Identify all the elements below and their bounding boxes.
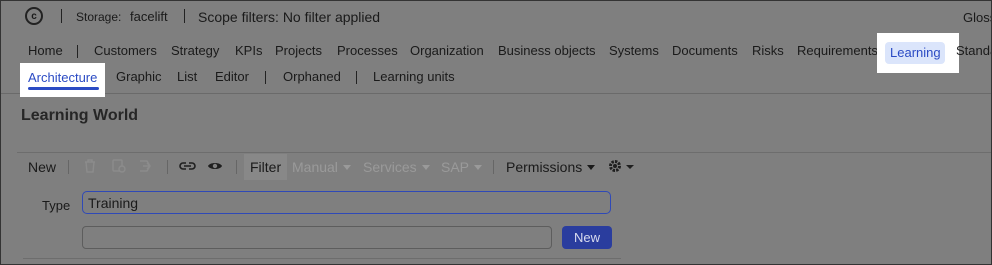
nav-item-kpis[interactable]: KPIs — [235, 43, 262, 58]
filter-button[interactable]: Filter — [250, 159, 281, 175]
trash-icon[interactable] — [83, 158, 97, 177]
nav-item-risks[interactable]: Risks — [752, 43, 784, 58]
nav-item-processes[interactable]: Processes — [337, 43, 398, 58]
separator — [61, 9, 62, 23]
permissions-dropdown[interactable]: Permissions — [506, 159, 595, 175]
logo-icon[interactable]: c — [25, 7, 43, 25]
subnav-item-list[interactable]: List — [177, 69, 197, 84]
top-bar: c Storage: facelift Scope filters: No fi… — [1, 1, 991, 35]
separator — [493, 160, 494, 174]
link-icon[interactable] — [179, 158, 196, 177]
separator — [184, 9, 185, 23]
nav-item-learning-label: Learning — [890, 45, 941, 60]
active-underline — [28, 87, 99, 90]
nav-item-customers[interactable]: Customers — [94, 43, 157, 58]
services-dropdown[interactable]: Services — [363, 159, 430, 175]
nav-item-standards[interactable]: Standa — [956, 43, 991, 58]
app-window: c Storage: facelift Scope filters: No fi… — [0, 0, 992, 265]
storage-value[interactable]: facelift — [130, 9, 168, 24]
scope-filters[interactable]: Scope filters: No filter applied — [198, 9, 380, 25]
nav-item-requirements[interactable]: Requirements — [797, 43, 878, 58]
subnav-item-orphaned[interactable]: Orphaned — [283, 69, 341, 84]
nav-item-learning[interactable]: Learning — [877, 33, 959, 73]
page-title: Learning World — [21, 107, 139, 124]
create-new-button[interactable]: New — [562, 226, 612, 249]
separator — [68, 160, 69, 174]
eye-icon[interactable] — [207, 159, 223, 176]
manual-dropdown[interactable]: Manual — [292, 159, 351, 175]
subnav-item-graphic[interactable]: Graphic — [116, 69, 162, 84]
nav-item-home[interactable]: Home — [28, 43, 63, 58]
subnav-item-learning-units[interactable]: Learning units — [373, 69, 455, 84]
nav-item-systems[interactable]: Systems — [609, 43, 659, 58]
name-input[interactable] — [82, 226, 552, 249]
nav-item-documents[interactable]: Documents — [672, 43, 738, 58]
subnav-item-architecture-label: Architecture — [28, 70, 98, 85]
subnav-item-editor[interactable]: Editor — [215, 69, 249, 84]
copy-icon[interactable] — [111, 158, 127, 177]
nav-item-strategy[interactable]: Strategy — [171, 43, 219, 58]
storage-label: Storage: — [76, 10, 122, 24]
nav-item-projects[interactable]: Projects — [275, 43, 322, 58]
separator — [265, 71, 266, 84]
move-icon[interactable] — [138, 158, 154, 177]
separator — [77, 45, 78, 58]
glossary-link[interactable]: Gloss — [963, 10, 991, 25]
nav-item-organization[interactable]: Organization — [410, 43, 484, 58]
separator — [236, 160, 237, 174]
create-form: Type Training New — [23, 180, 621, 259]
main-navigation: Home Customers Strategy KPIs Projects Pr… — [1, 33, 991, 97]
type-field[interactable]: Training — [82, 191, 611, 214]
nav-item-business-objects[interactable]: Business objects — [498, 43, 596, 58]
separator — [167, 160, 168, 174]
gear-icon[interactable] — [607, 157, 635, 178]
new-button[interactable]: New — [28, 159, 56, 175]
sap-dropdown[interactable]: SAP — [441, 159, 482, 175]
type-label: Type — [42, 198, 71, 213]
subnav-item-architecture[interactable]: Architecture — [20, 63, 105, 97]
separator — [356, 71, 357, 84]
toolbar: New Filter Manual Services SAP Permissio… — [17, 152, 991, 181]
